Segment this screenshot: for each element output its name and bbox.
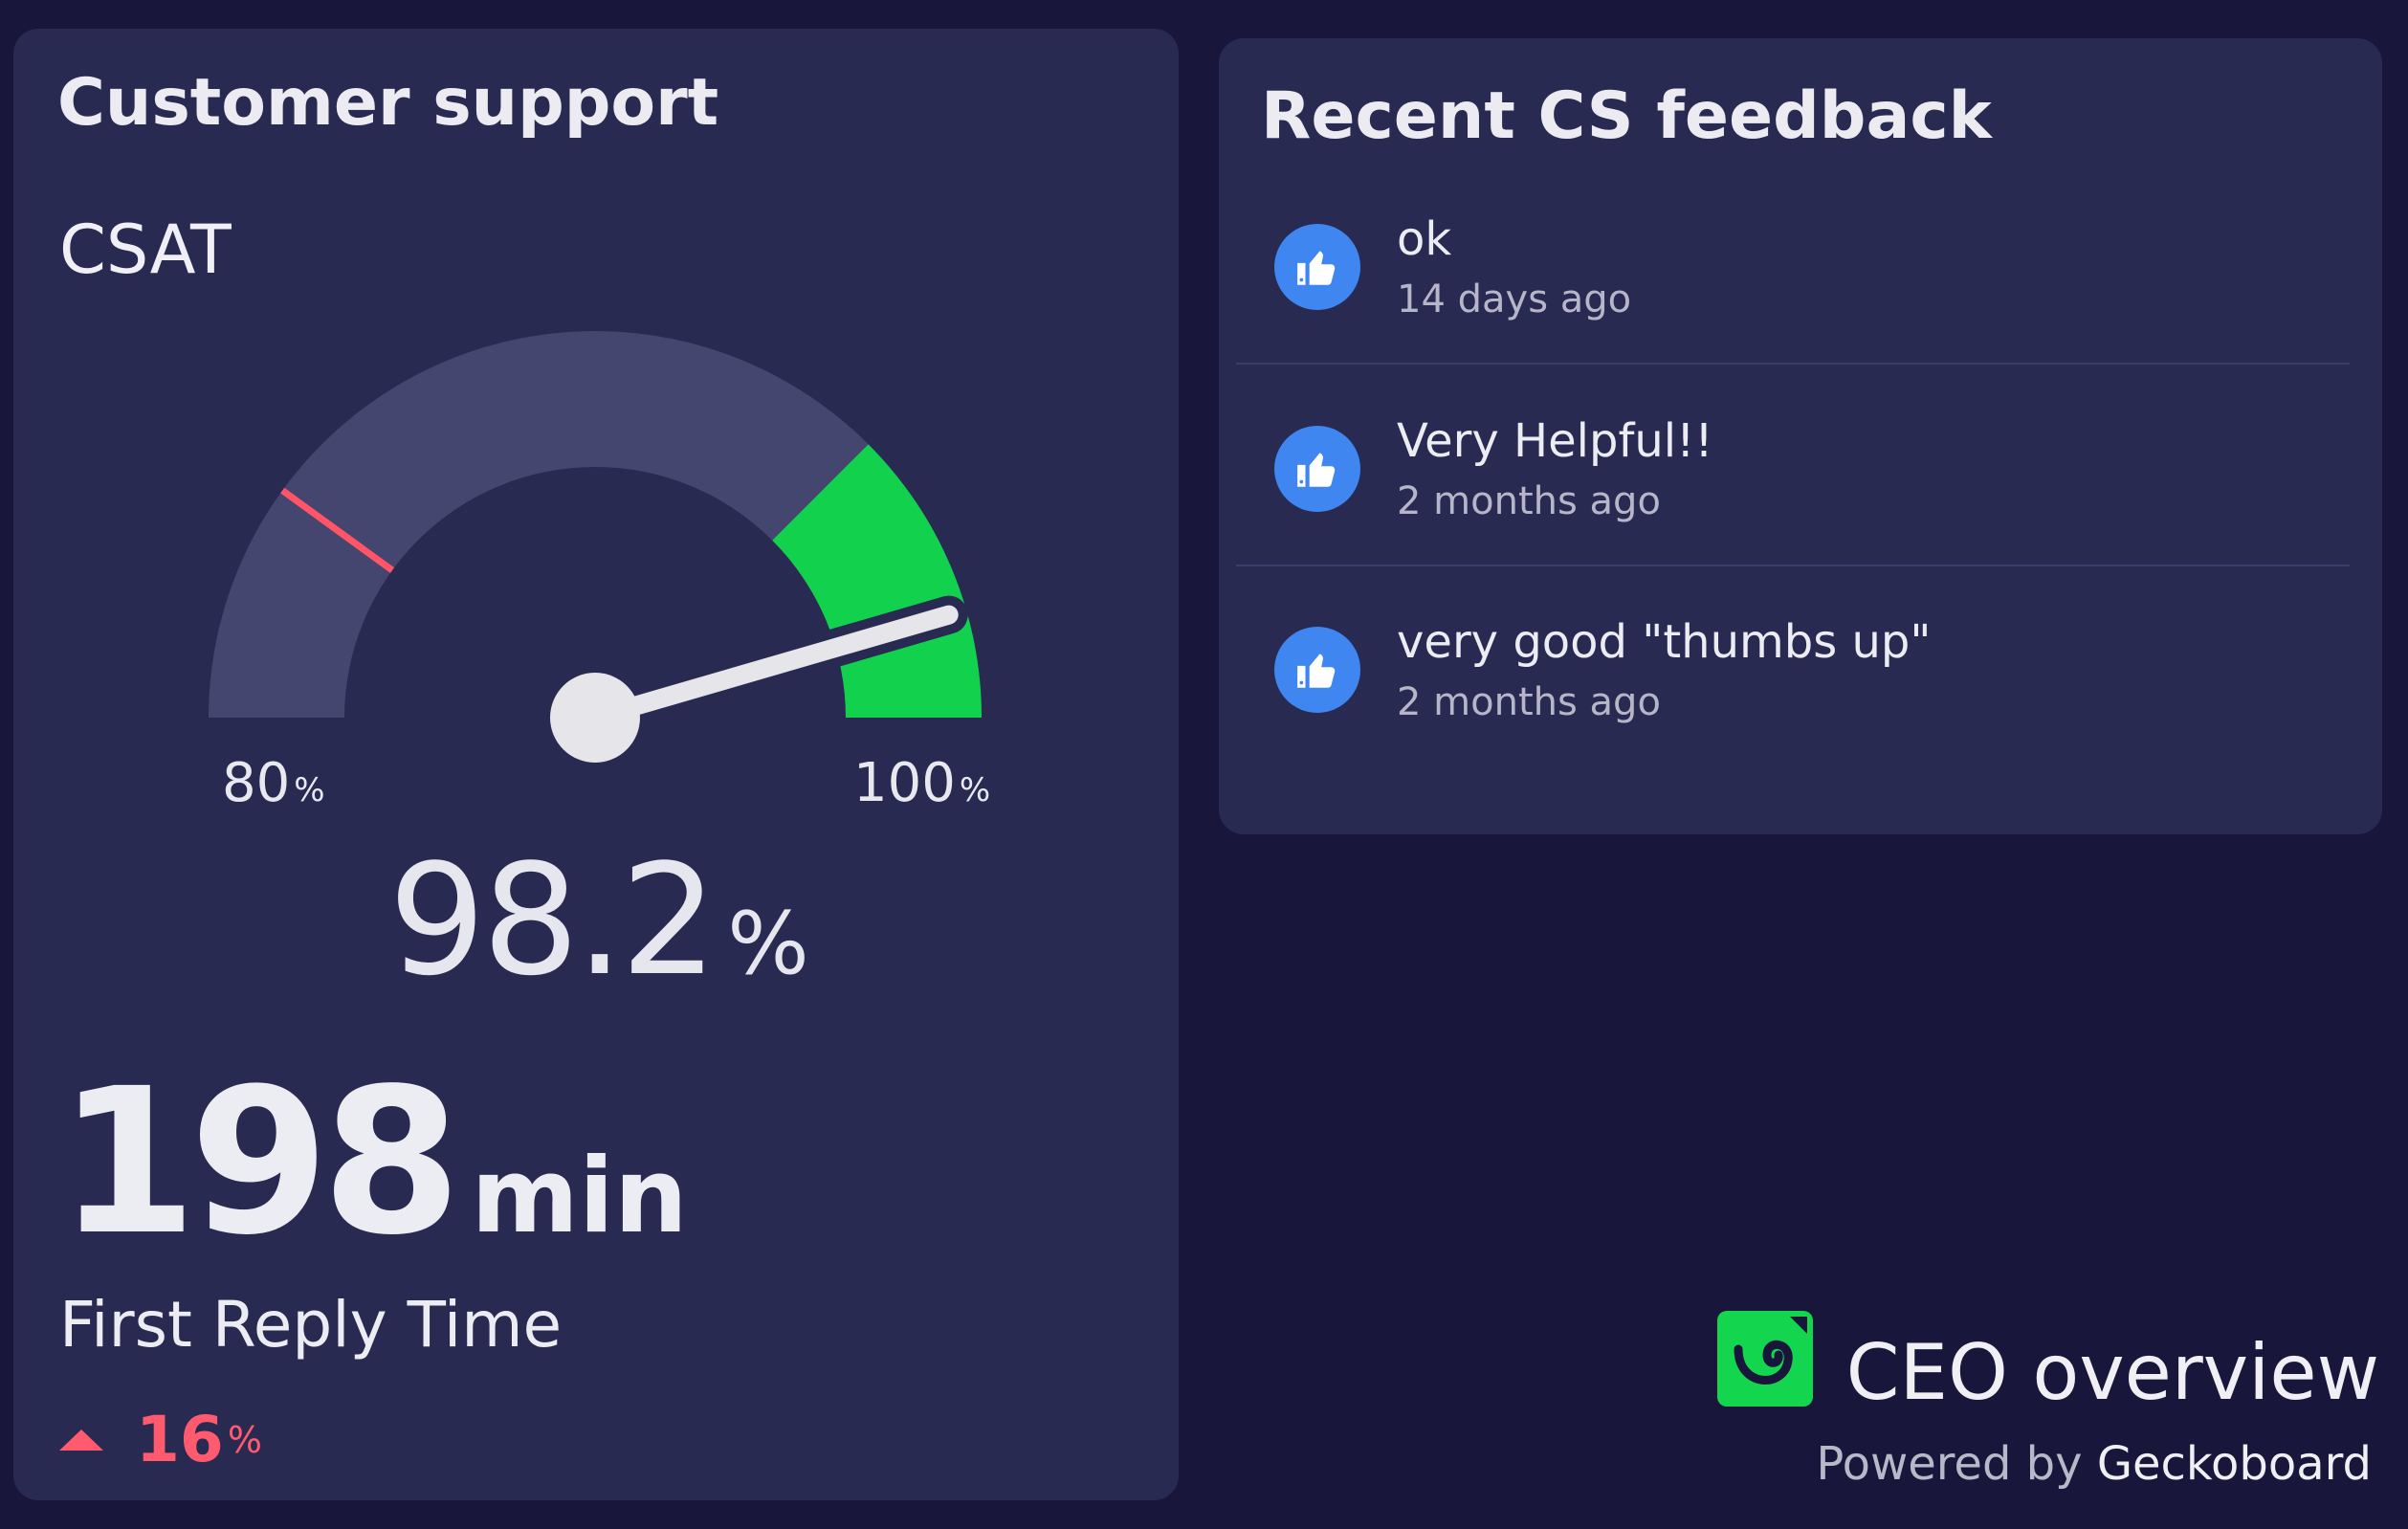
feedback-time: 2 months ago — [1397, 479, 1661, 523]
feedback-time: 2 months ago — [1397, 680, 1661, 724]
feedback-panel: Recent CS feedback ok 14 days ago Very H… — [1219, 38, 2382, 834]
first-reply-time-change: 16% — [59, 1403, 262, 1476]
divider — [1236, 565, 2350, 566]
trend-up-icon — [59, 1429, 103, 1451]
feedback-text: Very Helpful!! — [1397, 414, 1713, 468]
first-reply-time-label: First Reply Time — [59, 1288, 563, 1362]
feedback-text: ok — [1397, 212, 1452, 266]
feedback-time: 14 days ago — [1397, 277, 1632, 321]
thumbs-up-icon — [1274, 426, 1360, 512]
dashboard-name: CEO overview — [1845, 1328, 2379, 1417]
panel-title: Recent CS feedback — [1261, 78, 1992, 154]
first-reply-time-value: 198 min — [57, 1045, 688, 1279]
gauge-hub — [550, 673, 640, 763]
thumbs-up-icon — [1274, 627, 1360, 713]
thumbs-up-icon — [1274, 224, 1360, 310]
customer-support-panel: Customer support CSAT 80% 100% 98.2% 198… — [13, 29, 1179, 1500]
gauge-max-label: 100% — [853, 752, 991, 814]
geckoboard-logo-icon — [1717, 1311, 1813, 1407]
branding: CEO overview Powered by Geckoboard — [1710, 1311, 2379, 1502]
gauge-min-label: 80% — [222, 752, 325, 814]
csat-gauge — [209, 331, 982, 763]
powered-by: Powered by Geckoboard — [1816, 1437, 2372, 1491]
csat-value: 98.2% — [388, 831, 809, 1009]
feedback-item: very good "thumbs up" 2 months ago — [1236, 594, 2350, 795]
divider — [1236, 363, 2350, 365]
feedback-text: very good "thumbs up" — [1397, 615, 1932, 669]
